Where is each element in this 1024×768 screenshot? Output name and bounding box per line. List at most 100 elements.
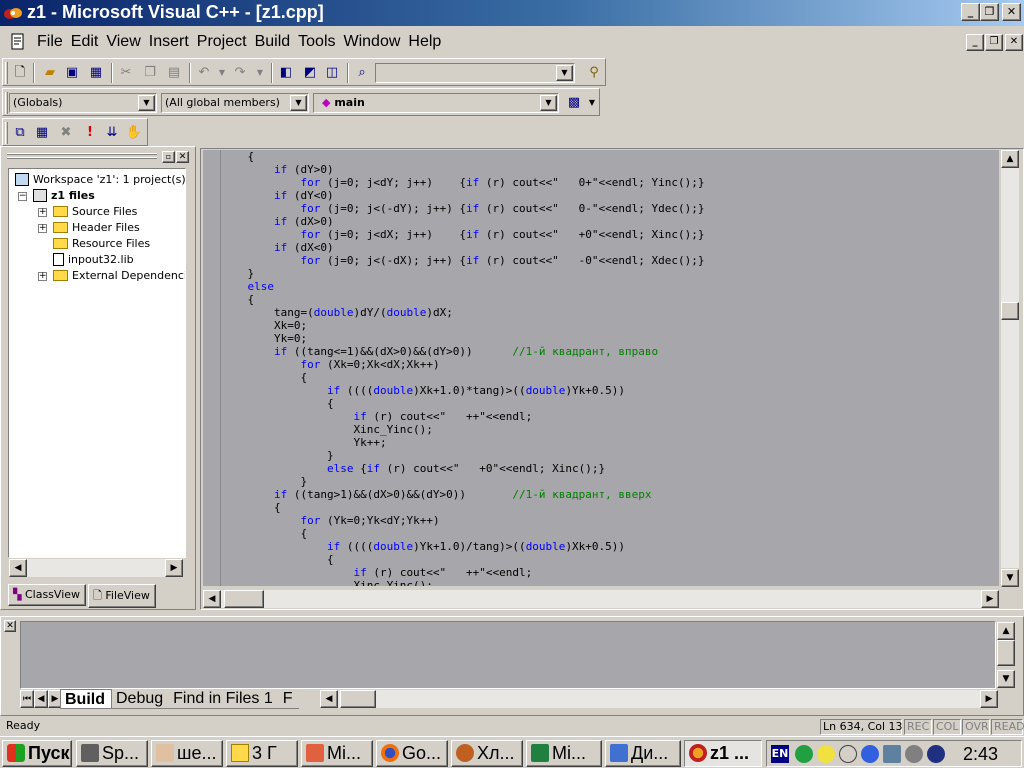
open-folder-icon[interactable]: ▰ — [41, 64, 59, 82]
network-icon[interactable] — [883, 745, 901, 763]
tree-item-external-dependencies[interactable]: External Dependencies — [53, 267, 185, 283]
undo-dropdown-icon[interactable]: ▼ — [213, 64, 231, 82]
find-dropdown-icon[interactable]: ▼ — [556, 65, 573, 81]
panel-maximize-button[interactable]: ▫ — [162, 151, 175, 163]
collapse-icon[interactable]: − — [18, 192, 27, 201]
expand-icon[interactable]: + — [38, 208, 47, 217]
workspace-window-icon[interactable]: ◧ — [277, 64, 295, 82]
tab-classview[interactable]: ▚ ClassView — [8, 584, 86, 606]
tab-build[interactable]: Build — [60, 689, 112, 709]
panel-close-button[interactable]: ✕ — [176, 151, 189, 163]
code-editor[interactable]: { if (dY>0) for (j=0; j<dY; j++) {if (r)… — [221, 150, 999, 586]
yandex-icon[interactable] — [817, 745, 835, 763]
tree-workspace-root[interactable]: Workspace 'z1': 1 project(s) — [15, 171, 185, 187]
members-dropdown-icon[interactable]: ▼ — [290, 95, 307, 111]
stop-build-icon[interactable]: ✖ — [57, 124, 75, 142]
redo-dropdown-icon[interactable]: ▼ — [251, 64, 269, 82]
output-hscroll-thumb[interactable] — [340, 690, 376, 708]
restore-button[interactable]: ❐ — [980, 3, 999, 21]
task-she[interactable]: ше... — [151, 740, 223, 767]
output-hscroll-right-button[interactable]: ▶ — [980, 690, 998, 708]
find-combo[interactable]: ▼ — [375, 63, 575, 83]
minimize-button[interactable]: _ — [961, 3, 980, 21]
menu-edit[interactable]: Edit — [67, 33, 103, 51]
task-excel[interactable]: Mi... — [526, 740, 602, 767]
doc-minimize-button[interactable]: _ — [966, 34, 984, 51]
build-icon[interactable]: ▦ — [33, 124, 51, 142]
tab-find-in-files[interactable]: Find in Files 1 — [169, 689, 279, 709]
c-app-icon[interactable] — [861, 745, 879, 763]
cut-icon[interactable]: ✂ — [117, 64, 135, 82]
expand-icon[interactable]: + — [38, 272, 47, 281]
icq-icon[interactable] — [795, 745, 813, 763]
menu-build[interactable]: Build — [251, 33, 295, 51]
task-firefox[interactable]: Go... — [376, 740, 448, 767]
expand-icon[interactable]: + — [38, 224, 47, 233]
tree-hscroll-track[interactable] — [27, 559, 165, 577]
document-icon[interactable] — [9, 33, 27, 51]
output-scroll-up-button[interactable]: ▲ — [997, 622, 1015, 640]
tab-debug[interactable]: Debug — [112, 689, 170, 709]
function-combo[interactable]: ◆ main ▼ — [313, 93, 559, 113]
output-tab-first-button[interactable]: ⏮ — [20, 690, 34, 708]
go-icon[interactable]: ⇊ — [103, 124, 121, 142]
panel-grip[interactable] — [7, 157, 157, 159]
menu-view[interactable]: View — [102, 33, 144, 51]
close-button[interactable]: ✕ — [1002, 3, 1021, 21]
save-icon[interactable]: ▣ — [63, 64, 81, 82]
settings-gear-icon[interactable] — [905, 745, 923, 763]
menu-window[interactable]: Window — [340, 33, 405, 51]
volume-icon[interactable] — [839, 745, 857, 763]
task-z1-active[interactable]: z1 ... — [684, 740, 762, 767]
panel-grip[interactable] — [7, 153, 157, 155]
window-list-icon[interactable]: ◫ — [323, 64, 341, 82]
copy-icon[interactable]: ❐ — [141, 64, 159, 82]
redo-icon[interactable]: ↷ — [231, 64, 249, 82]
find-binoculars-icon[interactable]: ⚲ — [585, 64, 603, 82]
editor-scroll-right-button[interactable]: ▶ — [981, 590, 999, 608]
menu-project[interactable]: Project — [193, 33, 251, 51]
menu-insert[interactable]: Insert — [145, 33, 193, 51]
tab-find-in-files-2[interactable]: F — [278, 689, 299, 709]
output-hscroll-left-button[interactable]: ◀ — [320, 690, 338, 708]
execute-icon[interactable]: ! — [81, 124, 99, 142]
wizard-action-dropdown-icon[interactable]: ▼ — [583, 94, 601, 112]
tree-item-inpout32-lib[interactable]: inpout32.lib — [53, 251, 134, 267]
scope-combo[interactable]: (Globals) ▼ — [9, 93, 157, 113]
breakpoint-hand-icon[interactable]: ✋ — [125, 124, 143, 142]
wizard-action-icon[interactable]: ▩ — [565, 94, 583, 112]
output-scroll-down-button[interactable]: ▼ — [997, 670, 1015, 688]
output-tab-prev-button[interactable]: ◀ — [34, 690, 48, 708]
tree-scroll-right-button[interactable]: ▶ — [165, 559, 183, 577]
tree-project[interactable]: z1 files — [33, 187, 95, 203]
menu-help[interactable]: Help — [404, 33, 445, 51]
tab-fileview[interactable]: 🗋 FileView — [88, 584, 156, 608]
editor-vscroll-thumb[interactable] — [1001, 302, 1019, 320]
toolbar-grip[interactable] — [5, 92, 8, 114]
task-paint[interactable]: Ди... — [605, 740, 681, 767]
save-all-icon[interactable]: ▦ — [87, 64, 105, 82]
undo-icon[interactable]: ↶ — [195, 64, 213, 82]
task-xl[interactable]: Хл... — [451, 740, 523, 767]
scope-dropdown-icon[interactable]: ▼ — [138, 95, 155, 111]
editor-scroll-up-button[interactable]: ▲ — [1001, 150, 1019, 168]
toolbar-grip[interactable] — [5, 122, 8, 144]
output-text-area[interactable] — [20, 621, 996, 689]
output-close-button[interactable]: ✕ — [4, 620, 16, 632]
toolbar-grip[interactable] — [5, 62, 8, 84]
menu-file[interactable]: File — [33, 33, 67, 51]
output-hscroll-track[interactable] — [338, 690, 980, 708]
find-in-files-icon[interactable]: ⌕ — [353, 64, 371, 82]
start-button[interactable]: Пуск — [2, 740, 72, 767]
safely-remove-icon[interactable] — [927, 745, 945, 763]
members-combo[interactable]: (All global members) ▼ — [161, 93, 309, 113]
editor-hscroll-thumb[interactable] — [224, 590, 264, 608]
editor-scroll-down-button[interactable]: ▼ — [1001, 569, 1019, 587]
tree-item-resource-files[interactable]: Resource Files — [53, 235, 150, 251]
editor-vscroll-track[interactable] — [1001, 168, 1019, 568]
task-mi-1[interactable]: Mi... — [301, 740, 373, 767]
doc-close-button[interactable]: ✕ — [1005, 34, 1023, 51]
paste-icon[interactable]: ▤ — [165, 64, 183, 82]
language-indicator[interactable]: EN — [771, 745, 789, 763]
menu-tools[interactable]: Tools — [294, 33, 339, 51]
